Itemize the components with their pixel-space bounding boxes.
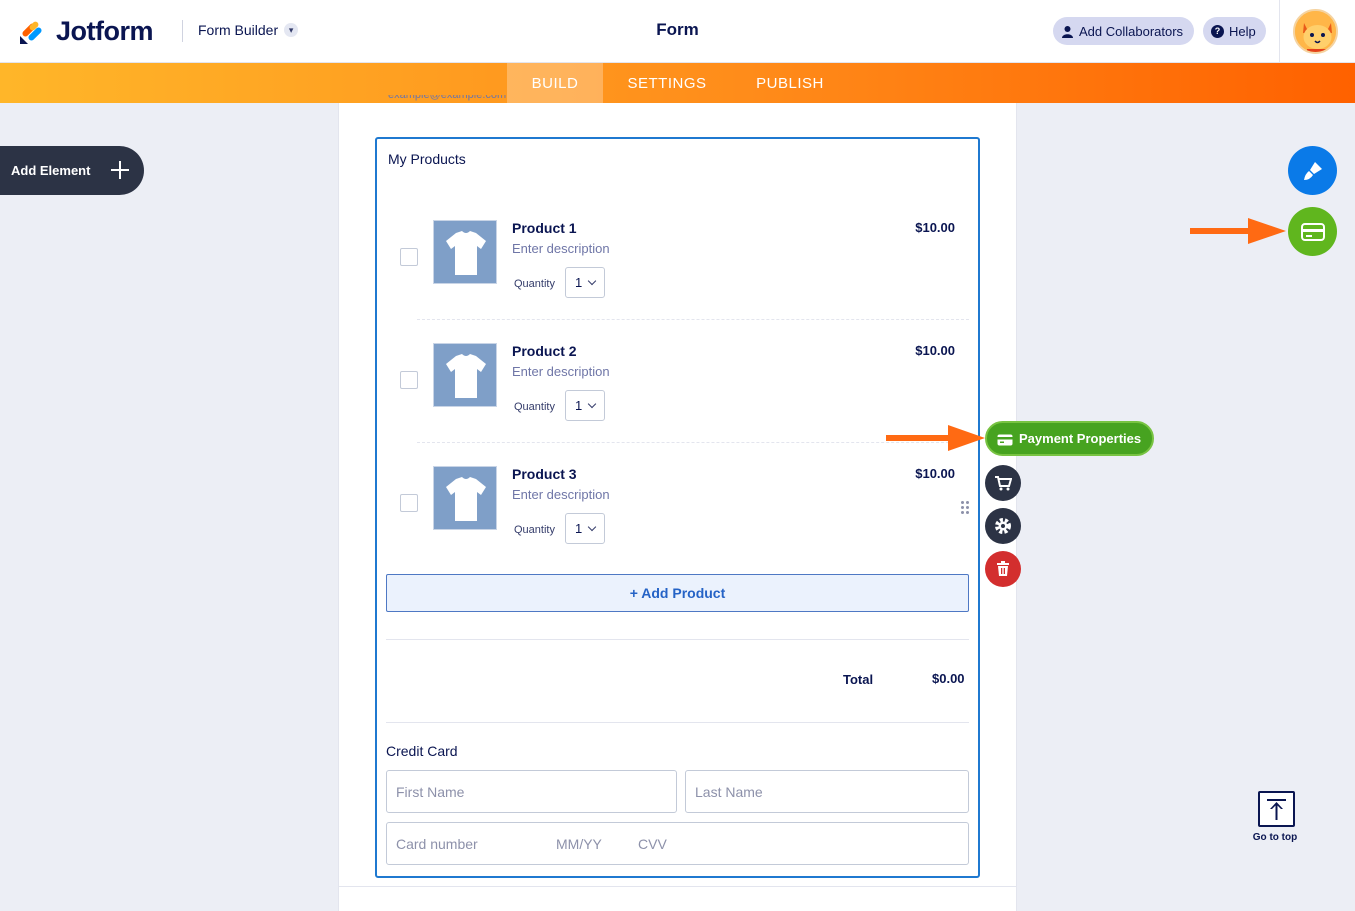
quantity-select[interactable]: 1: [565, 267, 605, 298]
header-divider: [182, 20, 183, 42]
card-number-placeholder: Card number: [396, 836, 478, 852]
help-label: Help: [1229, 23, 1256, 39]
quantity-select[interactable]: 1: [565, 513, 605, 544]
expiry-placeholder: MM/YY: [556, 836, 602, 852]
last-name-field[interactable]: Last Name: [685, 770, 969, 813]
cut-off-email-text: example@example.com: [388, 95, 507, 101]
product-item: Product 2 Enter description Quantity 1 $…: [388, 331, 968, 441]
form-builder-label: Form Builder: [198, 22, 279, 38]
tshirt-icon: [446, 354, 486, 398]
product-image: [433, 343, 497, 407]
drag-handle-icon[interactable]: [961, 501, 969, 515]
help-button[interactable]: ? Help: [1203, 17, 1266, 45]
form-designer-button[interactable]: [1288, 146, 1337, 195]
product-name: Product 3: [512, 466, 577, 482]
gear-icon: [995, 518, 1011, 534]
cart-button[interactable]: [985, 465, 1021, 501]
add-element-label: Add Element: [11, 163, 91, 178]
quantity-value: 1: [575, 275, 583, 290]
card-details-field[interactable]: Card number MM/YY CVV: [386, 822, 969, 865]
product-price: $10.00: [915, 466, 955, 481]
tab-publish[interactable]: PUBLISH: [735, 63, 845, 103]
first-name-field[interactable]: First Name: [386, 770, 677, 813]
go-to-top-label: Go to top: [1252, 832, 1298, 843]
product-checkbox[interactable]: [400, 248, 418, 266]
add-collaborators-button[interactable]: Add Collaborators: [1053, 17, 1194, 45]
paint-brush-icon: [1303, 161, 1322, 180]
canvas-divider: [338, 886, 1017, 887]
chevron-down-icon: ▾: [284, 23, 299, 37]
credit-card-icon: [997, 434, 1013, 446]
quantity-label: Quantity: [514, 524, 555, 536]
logo-text: Jotform: [56, 16, 154, 46]
product-price: $10.00: [915, 220, 955, 235]
add-product-button[interactable]: + Add Product: [386, 574, 969, 612]
total-value: $0.00: [932, 671, 965, 686]
quantity-select[interactable]: 1: [565, 390, 605, 421]
user-icon: [1062, 25, 1073, 38]
product-description: Enter description: [512, 487, 610, 502]
add-collaborators-label: Add Collaborators: [1079, 23, 1184, 39]
product-name: Product 1: [512, 220, 577, 236]
product-description: Enter description: [512, 364, 610, 379]
payment-settings-button[interactable]: [1288, 207, 1337, 256]
credit-card-label: Credit Card: [386, 743, 458, 759]
tab-settings[interactable]: SETTINGS: [612, 63, 722, 103]
top-header: Jotform Form Builder ▾ Form Add Collabor…: [0, 0, 1355, 63]
chevron-down-icon: [587, 399, 597, 409]
plus-icon: [109, 159, 131, 181]
cat-avatar-icon: [1295, 11, 1336, 52]
chevron-down-icon: [587, 276, 597, 286]
form-builder-menu[interactable]: Form Builder ▾: [198, 22, 299, 38]
payment-properties-button[interactable]: Payment Properties: [985, 421, 1154, 456]
question-icon: ?: [1211, 24, 1224, 38]
arrow-up-icon: [1257, 791, 1295, 827]
divider: [386, 722, 969, 723]
cart-icon: [995, 476, 1012, 491]
tab-build[interactable]: BUILD: [507, 63, 603, 103]
quantity-label: Quantity: [514, 278, 555, 290]
add-element-button[interactable]: Add Element: [0, 146, 144, 195]
product-item: Product 1 Enter description Quantity 1 $…: [388, 208, 968, 318]
quantity-value: 1: [575, 398, 583, 413]
header-separator: [1279, 0, 1280, 63]
product-separator: [417, 319, 969, 320]
trash-icon: [997, 561, 1009, 576]
product-checkbox[interactable]: [400, 371, 418, 389]
quantity-value: 1: [575, 521, 583, 536]
total-label: Total: [843, 672, 874, 687]
avatar[interactable]: [1293, 9, 1338, 54]
chevron-down-icon: [587, 522, 597, 532]
jotform-logo-icon: [20, 21, 42, 44]
delete-button[interactable]: [985, 551, 1021, 587]
cvv-placeholder: CVV: [638, 836, 667, 852]
annotation-arrow-icon: [886, 425, 985, 451]
product-checkbox[interactable]: [400, 494, 418, 512]
product-description: Enter description: [512, 241, 610, 256]
divider: [386, 639, 969, 640]
credit-card-icon: [1300, 222, 1325, 241]
annotation-arrow-icon: [1190, 218, 1286, 244]
builder-nav: BUILD SETTINGS PUBLISH: [0, 63, 1355, 103]
product-price: $10.00: [915, 343, 955, 358]
payment-properties-label: Payment Properties: [1019, 431, 1142, 446]
settings-button[interactable]: [985, 508, 1021, 544]
tshirt-icon: [446, 477, 486, 521]
product-name: Product 2: [512, 343, 577, 359]
product-image: [433, 466, 497, 530]
tshirt-icon: [446, 231, 486, 275]
go-to-top-button[interactable]: Go to top: [1252, 791, 1300, 843]
widget-label: My Products: [388, 151, 466, 167]
jotform-logo[interactable]: Jotform: [18, 16, 154, 47]
product-item: Product 3 Enter description Quantity 1 $…: [388, 454, 968, 564]
quantity-label: Quantity: [514, 401, 555, 413]
product-image: [433, 220, 497, 284]
